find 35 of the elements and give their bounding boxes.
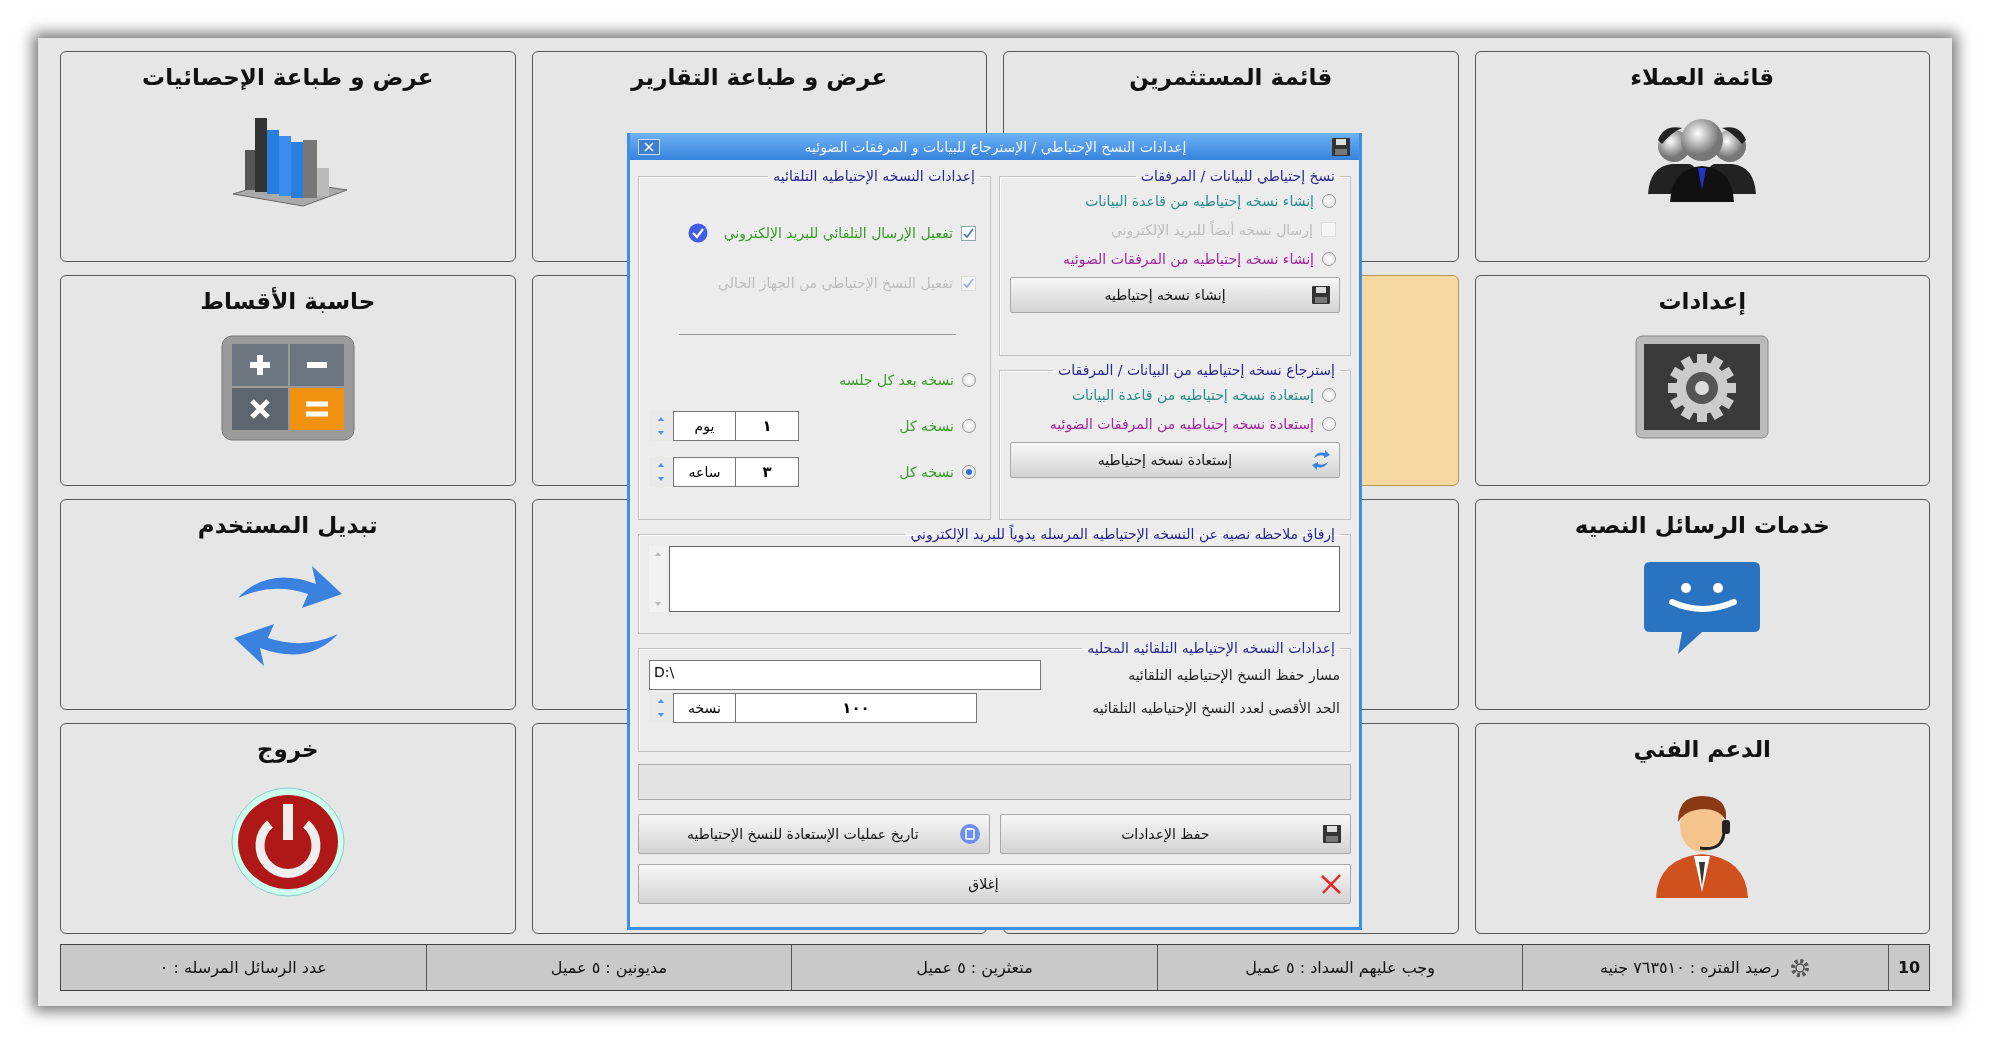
option-label: تفعيل الإرسال التلقائي للبريد الإلكتروني <box>723 225 953 241</box>
tile-title: خروج <box>256 736 319 765</box>
tile-title: عرض و طباعة الإحصائيات <box>142 64 434 93</box>
unit-label: ساعه <box>673 457 735 487</box>
tile-title: إعدادات <box>1658 288 1747 317</box>
group-title: إرفاق ملاحظه نصيه عن النسخه الإحتياطيه المرسله يدوياً للبريد الإلكتروني <box>909 526 1336 542</box>
option-label: نسخه كل <box>899 418 954 434</box>
group-title: إسترجاع نسخه إحتياطيه من البيانات / المرفقات <box>1057 362 1336 378</box>
field-label: مسار حفظ النسخ الإحتياطيه التلقائيه <box>1127 666 1340 683</box>
tile-title: الدعم الفني <box>1633 736 1771 765</box>
status-text: متعثرين : ٥ عميل <box>916 958 1033 977</box>
status-text: عدد الرسائل المرسله : ٠ <box>159 958 327 977</box>
tile-title: قائمة العملاء <box>1630 64 1775 92</box>
tile-title: عرض و طباعة التقارير <box>631 64 888 93</box>
group-title: إعدادات النسخه الإحتياطيه التلقائيه <box>772 168 976 184</box>
field-label: الحد الأقصى لعدد النسخ الإحتياطيه التلقائيه <box>1091 699 1340 716</box>
option-label: إستعادة نسخه إحتياطيه من قاعدة البيانات <box>1071 386 1314 403</box>
status-text: رصيد الفتره : ٧٦٣٥١٠ جنيه <box>1600 958 1780 977</box>
tile-title: تبديل المستخدم <box>197 512 378 541</box>
status-text: مديونين : ٥ عميل <box>550 958 667 977</box>
option-label: نسخه كل <box>899 464 954 480</box>
option-label: إستعادة نسخه إحتياطيه من المرفقات الضوئيه <box>1049 415 1314 432</box>
tile-title: حاسبة الأقساط <box>200 288 376 316</box>
unit-label: يوم <box>673 411 735 441</box>
group-title: إعدادات النسخه الإحتياطيه التلقائيه المحليه <box>1086 640 1336 656</box>
unit-label: نسخه <box>673 692 735 723</box>
window-title: إعدادات النسخ الإحتياطي / الإسترجاع للبيانات و المرفقات الضوئيه <box>803 138 1188 155</box>
group-title: نسخ إحتياطي للبيانات / المرفقات <box>1139 168 1336 184</box>
status-text: وجب عليهم السداد : ٥ عميل <box>1245 958 1435 977</box>
option-label: إنشاء نسخه إحتياطيه من قاعدة البيانات <box>1085 192 1314 209</box>
tile-title: قائمة المستثمرين <box>1129 64 1333 93</box>
option-label: نسخه بعد كل جلسه <box>839 372 954 388</box>
status-text: 10 <box>1897 958 1921 977</box>
option-label: إنشاء نسخه إحتياطيه من المرفقات الضوئيه <box>1063 250 1314 267</box>
tile-title: خدمات الرسائل النصيه <box>1574 512 1830 541</box>
